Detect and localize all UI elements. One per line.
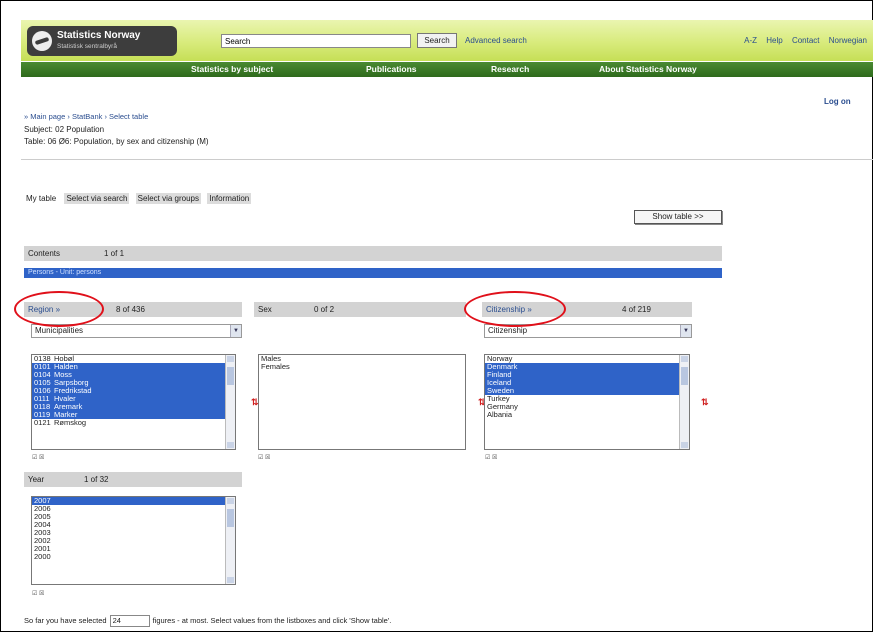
list-item[interactable]: 2006	[32, 505, 235, 513]
subject-line: Subject: 02 Population	[24, 125, 105, 134]
nav-statistics-by-subject[interactable]: Statistics by subject	[191, 64, 273, 74]
item-label: Albania	[487, 410, 513, 419]
figure-count: 24	[109, 615, 150, 627]
advanced-search-link[interactable]: Advanced search	[465, 36, 527, 45]
logo-subtitle: Statistisk sentralbyrå	[57, 43, 117, 50]
tab-information[interactable]: Information	[207, 193, 252, 204]
nav-publications[interactable]: Publications	[366, 64, 417, 74]
tab-select-via-groups[interactable]: Select via groups	[135, 193, 201, 204]
breadcrumb[interactable]: » Main page › StatBank › Select table	[24, 112, 148, 121]
sex-label: Sex	[258, 305, 272, 314]
citizenship-dropdown-value: Citizenship	[488, 326, 528, 335]
divider	[21, 159, 873, 160]
select-all-icon[interactable]: ☑ ☒	[32, 454, 44, 461]
select-all-icon[interactable]: ☑ ☒	[485, 454, 497, 461]
list-item[interactable]: Finland	[485, 371, 689, 379]
list-item[interactable]: 2003	[32, 529, 235, 537]
item-code: 0121	[34, 418, 51, 427]
region-listbox[interactable]: 0138 Hobøl 0101 Halden 0104 Moss 0105 Sarpsborg…	[31, 354, 236, 450]
year-label: Year	[28, 475, 45, 484]
search-input[interactable]	[221, 34, 411, 48]
item-label: 2000	[34, 552, 51, 561]
tab-select-via-search[interactable]: Select via search	[64, 193, 130, 204]
year-count: 1 of 32	[84, 475, 109, 484]
selection-summary: So far you have selected 24 figures - at m…	[24, 615, 391, 627]
contents-count: 1 of 1	[104, 249, 125, 258]
item-label: Rømskog	[54, 418, 87, 427]
logo-name: Statistics Norway	[57, 30, 141, 41]
item-label: Females	[261, 362, 290, 371]
list-item[interactable]: Females	[259, 363, 465, 371]
select-all-icon[interactable]: ☑ ☒	[258, 454, 270, 461]
list-item[interactable]: 2004	[32, 521, 235, 529]
list-item[interactable]: Iceland	[485, 379, 689, 387]
summary-suffix: figures - at most. Select values from th…	[152, 615, 392, 625]
citizenship-count: 4 of 219	[622, 305, 651, 314]
summary-prefix: So far you have selected	[24, 615, 107, 625]
table-title: Table: 06 Ø6: Population, by sex and cit…	[24, 137, 209, 146]
site-header: Statistics Norway Statistisk sentralbyrå…	[21, 20, 873, 62]
contents-item[interactable]: Persons - Unit: persons	[24, 268, 722, 278]
main-nav: Statistics by subject Publications Resea…	[21, 62, 873, 77]
scrollbar[interactable]	[225, 497, 235, 584]
annotation-circle	[14, 291, 104, 327]
help-link[interactable]: Help	[766, 36, 782, 45]
nav-research[interactable]: Research	[491, 64, 529, 74]
norwegian-link[interactable]: Norwegian	[829, 36, 867, 45]
dropdown-arrow-icon[interactable]: ▼	[230, 325, 241, 337]
dropdown-arrow-icon[interactable]: ▼	[680, 325, 691, 337]
tab-bar: My table Select via search Select via gr…	[24, 193, 255, 204]
select-all-icon[interactable]: ☑ ☒	[32, 590, 44, 597]
scrollbar[interactable]	[679, 355, 689, 449]
list-item[interactable]: 0121 Rømskog	[32, 419, 235, 427]
sex-header: Sex 0 of 2	[254, 302, 466, 317]
annotation-circle	[464, 291, 566, 327]
tab-my-table[interactable]: My table	[24, 193, 58, 204]
list-item[interactable]: 2007	[32, 497, 235, 505]
list-item[interactable]: 2000	[32, 553, 235, 561]
nav-about[interactable]: About Statistics Norway	[599, 64, 697, 74]
region-dropdown-value: Municipalities	[35, 326, 84, 335]
list-item[interactable]: Germany	[485, 403, 689, 411]
year-listbox[interactable]: 2007 2006 2005 2004 2003 2002 2001 2000	[31, 496, 236, 585]
region-count: 8 of 436	[116, 305, 145, 314]
sort-icon[interactable]: ⇅	[701, 397, 709, 408]
list-item[interactable]: 2002	[32, 537, 235, 545]
contact-link[interactable]: Contact	[792, 36, 820, 45]
login-link[interactable]: Log on	[824, 97, 851, 106]
contents-header: Contents 1 of 1	[24, 246, 722, 261]
list-item[interactable]: Sweden	[485, 387, 689, 395]
logo-icon	[32, 31, 52, 51]
contents-label: Contents	[28, 249, 61, 258]
scrollbar[interactable]	[225, 355, 235, 449]
list-item[interactable]: 2005	[32, 513, 235, 521]
az-link[interactable]: A-Z	[744, 36, 757, 45]
sex-listbox[interactable]: Males Females	[258, 354, 466, 450]
search-button[interactable]: Search	[417, 33, 457, 48]
list-item[interactable]: Denmark	[485, 363, 689, 371]
logo[interactable]: Statistics Norway Statistisk sentralbyrå	[27, 26, 177, 56]
top-links: A-Z Help Contact Norwegian	[737, 36, 867, 45]
show-table-button[interactable]: Show table >>	[634, 210, 722, 224]
year-header: Year 1 of 32	[24, 472, 242, 487]
citizenship-listbox[interactable]: Norway Denmark Finland Iceland Sweden Turkey G…	[484, 354, 690, 450]
sex-count: 0 of 2	[314, 305, 335, 314]
list-item[interactable]: 2001	[32, 545, 235, 553]
list-item[interactable]: Albania	[485, 411, 689, 419]
